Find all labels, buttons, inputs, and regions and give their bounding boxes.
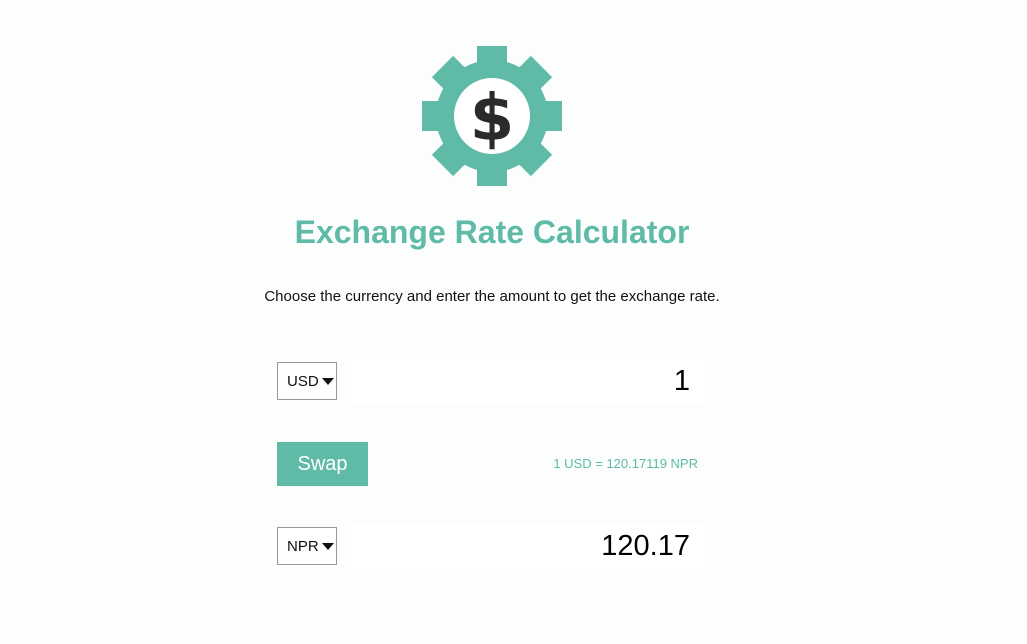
chevron-down-icon (321, 377, 334, 385)
swap-button[interactable]: Swap (277, 442, 368, 486)
currency-two-select[interactable]: NPR (277, 527, 337, 565)
currency-two-selected: NPR (287, 537, 319, 555)
currency-one-select[interactable]: USD (277, 362, 337, 400)
dollar-gear-icon: $ (422, 46, 562, 186)
page-subtitle: Choose the currency and enter the amount… (264, 288, 720, 305)
currency-one-selected: USD (287, 372, 319, 390)
amount-two-input[interactable] (352, 524, 704, 568)
exchange-rate-text: 1 USD = 120.17119 NPR (553, 456, 698, 471)
chevron-down-icon (321, 542, 334, 550)
svg-text:$: $ (470, 82, 515, 156)
page-title: Exchange Rate Calculator (294, 214, 690, 250)
amount-one-input[interactable] (352, 359, 704, 403)
